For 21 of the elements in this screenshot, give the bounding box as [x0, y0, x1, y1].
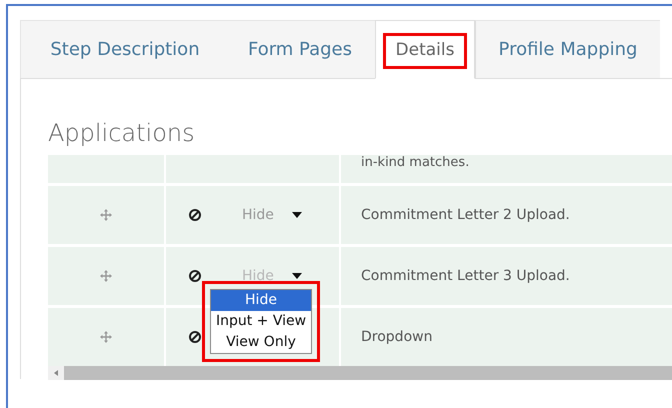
field-description: Commitment Letter 3 Upload. — [361, 268, 570, 284]
move-icon[interactable] — [99, 330, 113, 344]
section-title: Applications — [48, 119, 196, 147]
field-description: Dropdown — [361, 329, 432, 345]
move-icon[interactable] — [99, 208, 113, 222]
field-description: Commitment Letter 2 Upload. — [361, 207, 570, 223]
caret-icon[interactable] — [292, 212, 302, 218]
dropdown-option[interactable]: View Only — [211, 332, 311, 353]
dropdown-option[interactable]: Hide — [211, 290, 311, 311]
dropdown-option[interactable]: Input + View — [211, 311, 311, 332]
disabled-icon — [188, 330, 202, 344]
tab[interactable]: Profile Mapping — [475, 20, 660, 78]
caret-icon[interactable] — [292, 273, 302, 279]
tab[interactable]: Step Description — [20, 20, 225, 78]
visibility-select[interactable]: Hide — [242, 207, 274, 223]
scroll-left-icon[interactable] — [54, 370, 58, 376]
disabled-icon — [188, 208, 202, 222]
disabled-icon — [188, 269, 202, 283]
move-icon[interactable] — [99, 269, 113, 283]
tab[interactable]: Form Pages — [225, 20, 375, 78]
field-description: in-kind matches. — [361, 155, 470, 170]
